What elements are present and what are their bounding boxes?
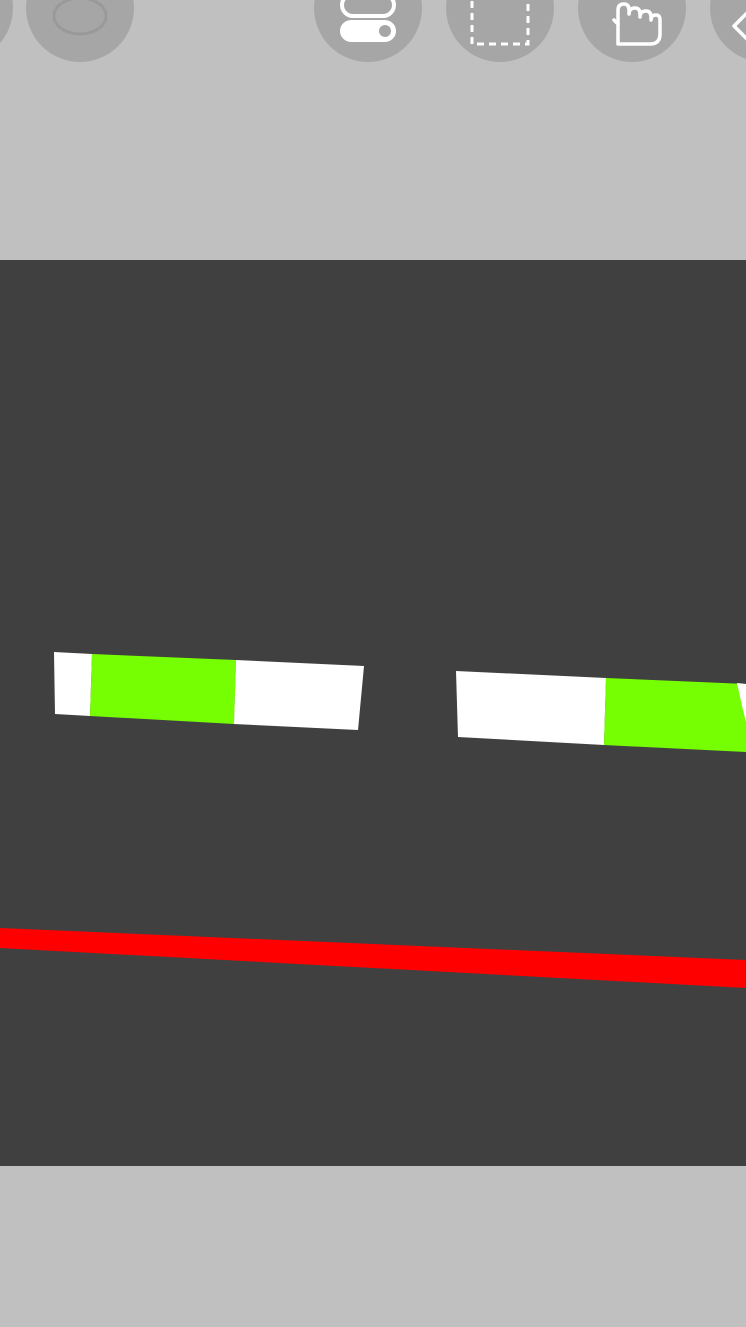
red-line — [0, 928, 746, 988]
canvas-drawing[interactable] — [0, 260, 746, 1166]
hand-pointer-icon — [612, 2, 662, 46]
brush-tool-button[interactable] — [26, 0, 134, 62]
left-bar-green — [90, 654, 236, 724]
left-bar-white-right — [234, 660, 364, 730]
right-bar-green — [604, 678, 746, 752]
toggle-tool-button[interactable] — [314, 0, 422, 62]
right-bar-white — [456, 671, 606, 745]
selection-tool-button[interactable] — [446, 0, 554, 62]
toggle-switch-icon — [340, 0, 396, 42]
partial-tool-button[interactable] — [0, 0, 13, 62]
brush-icon — [52, 0, 108, 36]
hand-tool-button[interactable] — [578, 0, 686, 62]
top-toolbar — [0, 0, 746, 260]
drawing-canvas[interactable] — [0, 260, 746, 1166]
bottom-panel — [0, 1166, 746, 1327]
dashed-rectangle-icon — [470, 0, 530, 46]
eraser-icon — [732, 11, 746, 41]
eraser-tool-button[interactable] — [710, 0, 746, 62]
left-bar-white-left — [54, 652, 92, 716]
